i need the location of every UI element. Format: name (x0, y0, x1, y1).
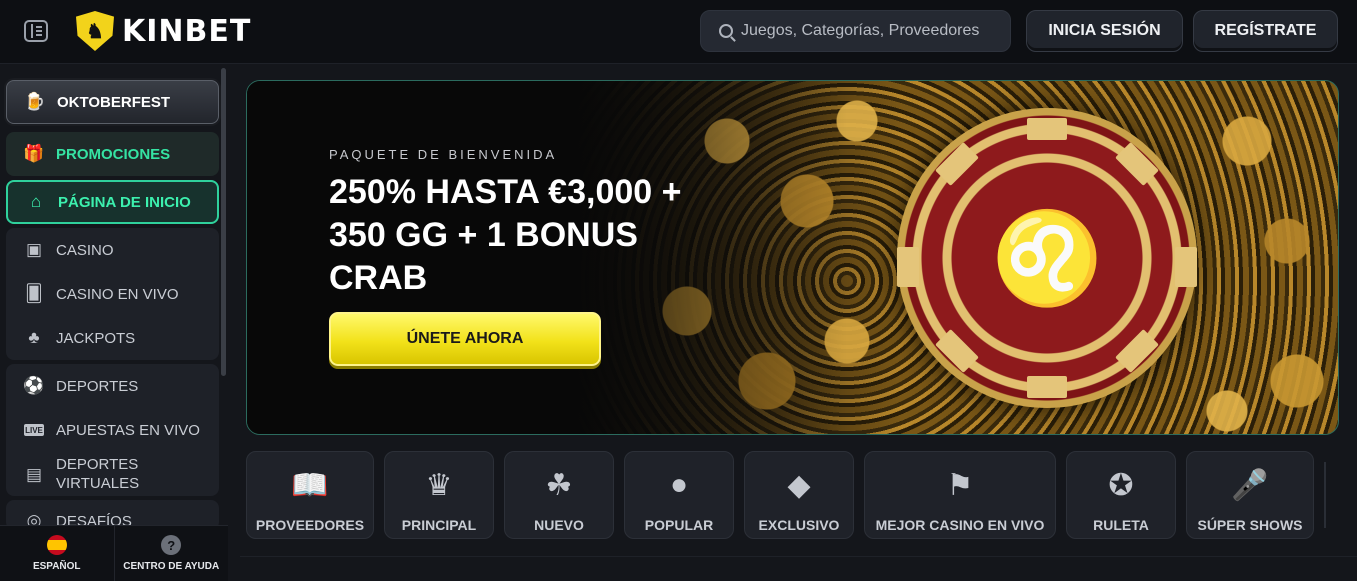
clover-icon: ☘ (545, 468, 573, 502)
sidebar-item-label: DEPORTES VIRTUALES (56, 456, 140, 492)
category-label: PROVEEDORES (255, 517, 365, 533)
bomb-icon: ● (669, 468, 689, 501)
chip-segment (1175, 247, 1197, 287)
category-label: MEJOR CASINO EN VIVO (875, 517, 1045, 533)
lion-shield-icon: ♞ (76, 11, 114, 51)
category-main[interactable]: ♛ PRINCIPAL (384, 451, 494, 539)
chip-segment (1027, 118, 1067, 140)
category-label: POPULAR (644, 517, 714, 533)
sidebar-item-live-betting[interactable]: LIVE APUESTAS EN VIVO (6, 408, 219, 452)
search-bar[interactable] (700, 10, 1011, 52)
sidebar-toggle-icon[interactable] (24, 20, 48, 42)
home-icon: ⌂ (30, 192, 42, 211)
chip-segment (897, 247, 919, 287)
sidebar-item-casino[interactable]: ▣ CASINO (6, 228, 219, 272)
category-label: EXCLUSIVO (758, 517, 840, 533)
welcome-banner[interactable]: ♌ PAQUETE DE BIENVENIDA 250% HASTA €3,00… (246, 80, 1339, 435)
sidebar-item-live-casino[interactable]: 🂠 CASINO EN VIVO (6, 272, 219, 316)
spain-flag-icon (46, 535, 67, 555)
help-center-button[interactable]: ? CENTRO DE AYUDA (113, 526, 229, 581)
brand-name: KINBET (122, 13, 252, 49)
crown-icon: ♛ (425, 468, 453, 502)
help-label: CENTRO DE AYUDA (123, 561, 220, 572)
virtual-sports-icon: ▤ (25, 464, 43, 484)
sidebar-item-label: CASINO (56, 241, 114, 259)
book-icon: 📖 (291, 468, 329, 502)
microphone-icon: 🎤 (1231, 468, 1269, 502)
roulette-icon: ✪ (1108, 468, 1134, 502)
sidebar-item-home[interactable]: ⌂ PÁGINA DE INICIO (6, 180, 219, 224)
category-exclusive[interactable]: ◆ EXCLUSIVO (744, 451, 854, 539)
clover-icon: ♣ (28, 328, 40, 347)
slot-machine-icon: ▣ (25, 240, 43, 259)
beer-mug-icon: 🍺 (24, 92, 46, 111)
search-input[interactable] (741, 22, 1010, 40)
sidebar-item-label: CASINO EN VIVO (56, 285, 179, 303)
top-header: ♞ KINBET INICIA SESIÓN REGÍSTRATE (0, 0, 1357, 64)
category-best-live-casino[interactable]: ⚑ MEJOR CASINO EN VIVO (864, 451, 1056, 539)
category-label: SÚPER SHOWS (1197, 517, 1303, 533)
search-icon (719, 24, 733, 38)
category-popular[interactable]: ● POPULAR (624, 451, 734, 539)
sidebar-item-sports[interactable]: ⚽ DEPORTES (6, 364, 219, 408)
gift-icon: 🎁 (23, 144, 45, 163)
flag-icon: ⚑ (946, 468, 974, 502)
banner-subtitle: PAQUETE DE BIENVENIDA (329, 147, 558, 162)
sidebar-footer: ESPAÑOL ? CENTRO DE AYUDA (0, 525, 228, 581)
section-divider (240, 556, 1357, 557)
sidebar-item-label: OKTOBERFEST (57, 93, 171, 111)
category-super-shows[interactable]: 🎤 SÚPER SHOWS (1186, 451, 1314, 539)
banner-title: 250% HASTA €3,000 + 350 GG + 1 BONUS CRA… (329, 173, 682, 297)
sidebar-item-label: APUESTAS EN VIVO (56, 421, 200, 439)
language-label: ESPAÑOL (32, 561, 81, 572)
sidebar-item-oktoberfest[interactable]: 🍺 OKTOBERFEST (6, 80, 219, 124)
category-scroll-divider (1324, 462, 1326, 528)
diamond-icon: ◆ (787, 468, 811, 502)
lion-emblem-icon: ♌ (990, 205, 1104, 311)
casino-chip-icon: ♌ (897, 108, 1197, 408)
category-label: NUEVO (534, 517, 584, 533)
language-selector[interactable]: ESPAÑOL (0, 526, 114, 581)
category-roulette[interactable]: ✪ RULETA (1066, 451, 1176, 539)
category-providers[interactable]: 📖 PROVEEDORES (246, 451, 374, 539)
sidebar-item-label: JACKPOTS (56, 329, 136, 347)
login-button[interactable]: INICIA SESIÓN (1026, 10, 1183, 52)
sidebar-item-label: PÁGINA DE INICIO (58, 193, 191, 211)
chip-segment (1027, 376, 1067, 398)
join-now-button[interactable]: ÚNETE AHORA (329, 312, 601, 366)
sidebar-item-label: DEPORTES (56, 377, 139, 395)
sidebar-item-promotions[interactable]: 🎁 PROMOCIONES (6, 132, 219, 176)
sidebar-item-label: PROMOCIONES (56, 145, 171, 163)
category-label: PRINCIPAL (401, 517, 477, 533)
register-button[interactable]: REGÍSTRATE (1193, 10, 1338, 52)
live-icon: LIVE (24, 424, 44, 436)
sidebar-scrollbar[interactable] (221, 68, 226, 376)
soccer-ball-icon: ⚽ (23, 376, 45, 395)
help-icon: ? (161, 535, 182, 555)
sidebar-item-virtual-sports[interactable]: ▤ DEPORTES VIRTUALES (6, 452, 219, 496)
card-icon: 🂠 (25, 284, 43, 303)
brand-logo[interactable]: ♞ KINBET (76, 11, 251, 51)
category-new[interactable]: ☘ NUEVO (504, 451, 614, 539)
category-label: RULETA (1093, 517, 1149, 533)
sidebar-item-jackpots[interactable]: ♣ JACKPOTS (6, 316, 219, 360)
